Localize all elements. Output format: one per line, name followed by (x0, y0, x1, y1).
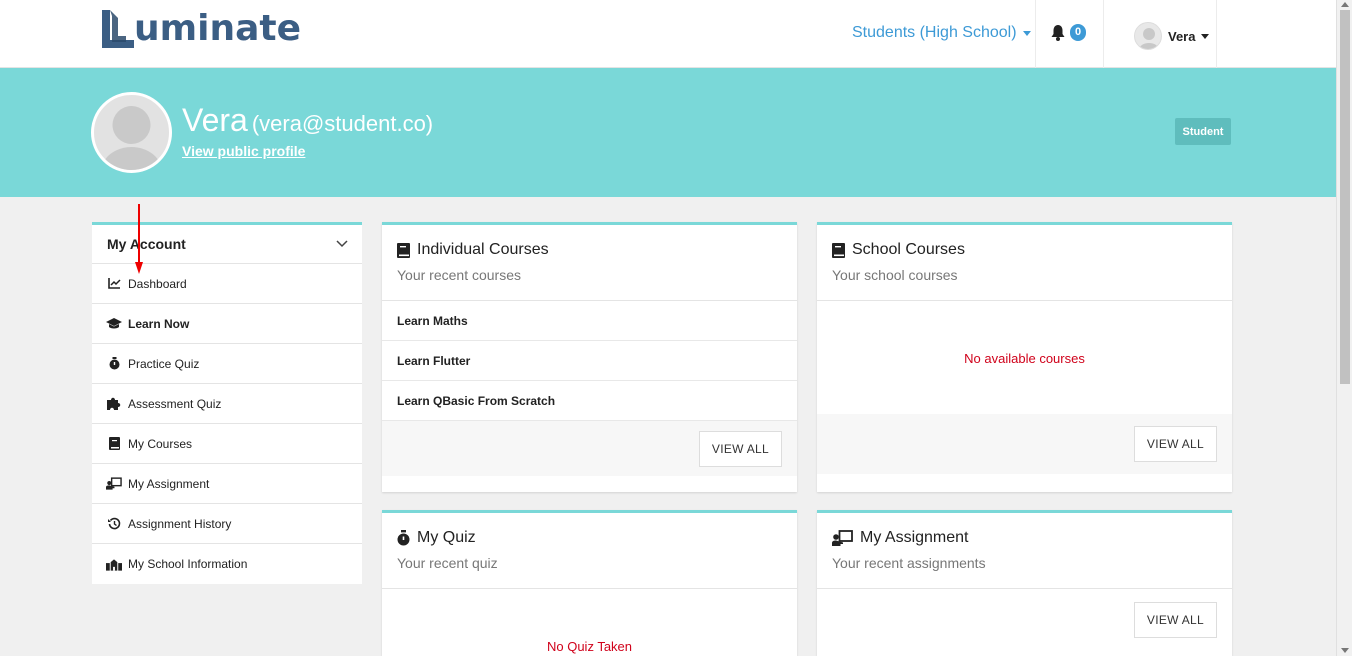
user-menu-dropdown[interactable]: Vera (1134, 22, 1210, 50)
graduation-cap-icon (106, 318, 122, 329)
scroll-down-icon[interactable] (1341, 648, 1349, 653)
notifications-button[interactable]: 0 (1050, 24, 1087, 41)
empty-state-message: No available courses (964, 351, 1085, 366)
caret-down-icon (1201, 33, 1210, 39)
sidebar-header[interactable]: My Account (92, 225, 362, 264)
empty-state-message: No Quiz Taken (546, 639, 633, 654)
stopwatch-icon (397, 530, 410, 546)
individual-courses-card: Individual Courses Your recent courses L… (382, 222, 797, 492)
sidebar-item-practice-quiz[interactable]: Practice Quiz (92, 344, 362, 384)
notification-count-badge: 0 (1070, 24, 1087, 41)
sidebar-item-my-assignment[interactable]: My Assignment (92, 464, 362, 504)
profile-name: Vera (182, 102, 248, 138)
user-avatar (1134, 22, 1162, 50)
role-badge: Student (1175, 118, 1231, 145)
card-subtitle: Your recent courses (397, 267, 521, 283)
card-title: School Courses (852, 241, 965, 258)
sidebar-item-label: Assignment History (128, 516, 232, 531)
sidebar-title: My Account (107, 236, 186, 252)
stopwatch-icon (106, 357, 122, 370)
sidebar-item-label: My Courses (128, 436, 193, 451)
course-row[interactable]: Learn Flutter (382, 341, 797, 381)
sidebar-item-label: Assessment Quiz (128, 396, 222, 411)
card-footer: VIEW ALL (382, 421, 797, 476)
view-all-button[interactable]: VIEW ALL (1133, 426, 1217, 462)
sidebar-item-label: My School Information (128, 557, 248, 571)
scrollbar-thumb[interactable] (1340, 10, 1350, 384)
card-header: My Assignment Your recent assignments (817, 513, 1232, 589)
card-subtitle: Your recent assignments (832, 555, 986, 571)
account-sidebar: My Account Dashboard Learn Now Practice … (92, 222, 362, 584)
profile-avatar (91, 92, 172, 173)
my-assignment-card: My Assignment Your recent assignments VI… (817, 510, 1232, 656)
course-row[interactable]: Learn Maths (382, 301, 797, 341)
role-selector-label: Students (High School) (852, 24, 1017, 41)
book-icon (832, 242, 845, 258)
chalkboard-teacher-icon (106, 477, 122, 490)
user-name-label: Vera (1168, 28, 1196, 44)
chart-line-icon (106, 278, 122, 289)
view-public-profile-link[interactable]: View public profile (182, 143, 305, 159)
brand-logo[interactable]: uminate (100, 6, 301, 50)
caret-down-icon (1022, 30, 1031, 36)
view-all-button[interactable]: VIEW ALL (1133, 602, 1217, 638)
sidebar-item-label: My Assignment (128, 476, 210, 491)
logo-mark-icon (102, 10, 134, 48)
sidebar-item-dashboard[interactable]: Dashboard (92, 264, 362, 304)
book-icon (397, 242, 410, 258)
sidebar-item-my-courses[interactable]: My Courses (92, 424, 362, 464)
profile-email: (vera@student.co) (251, 111, 434, 136)
card-title: Individual Courses (417, 241, 549, 258)
chalkboard-teacher-icon (832, 530, 853, 546)
history-icon (106, 517, 122, 530)
course-row[interactable]: Learn QBasic From Scratch (382, 381, 797, 421)
sidebar-item-assessment-quiz[interactable]: Assessment Quiz (92, 384, 362, 424)
scroll-up-icon[interactable] (1341, 2, 1349, 7)
sidebar-item-label: Dashboard (128, 276, 187, 291)
nav-divider (1216, 0, 1217, 68)
nav-divider (1035, 0, 1036, 68)
card-title: My Assignment (860, 529, 969, 546)
sidebar-item-my-school-information[interactable]: My School Information (92, 544, 362, 584)
sidebar-item-learn-now[interactable]: Learn Now (92, 304, 362, 344)
card-footer: VIEW ALL (817, 590, 1232, 650)
nav-divider (1103, 0, 1104, 68)
role-selector-dropdown[interactable]: Students (High School) (852, 24, 1031, 42)
my-quiz-card: My Quiz Your recent quiz No Quiz Taken (382, 510, 797, 656)
puzzle-icon (106, 397, 122, 410)
card-title: My Quiz (417, 529, 476, 546)
page-scrollbar[interactable] (1336, 0, 1352, 656)
sidebar-item-label: Practice Quiz (128, 356, 200, 371)
sidebar-item-label: Learn Now (128, 316, 190, 331)
card-subtitle: Your school courses (832, 267, 958, 283)
annotation-arrow-icon (135, 204, 143, 274)
card-footer: VIEW ALL (817, 414, 1232, 474)
top-navbar: uminate Students (High School) 0 Vera (0, 0, 1336, 68)
school-icon (106, 558, 122, 571)
bell-icon (1051, 25, 1065, 41)
view-all-button[interactable]: VIEW ALL (698, 430, 782, 467)
card-subtitle: Your recent quiz (397, 555, 498, 571)
brand-name: uminate (134, 7, 302, 49)
card-header: My Quiz Your recent quiz (382, 513, 797, 589)
profile-heading: Vera (vera@student.co) (182, 102, 433, 139)
card-header: School Courses Your school courses (817, 225, 1232, 301)
school-courses-card: School Courses Your school courses No av… (817, 222, 1232, 492)
chevron-down-icon (336, 240, 348, 248)
card-header: Individual Courses Your recent courses (382, 225, 797, 301)
book-icon (106, 437, 122, 450)
sidebar-item-assignment-history[interactable]: Assignment History (92, 504, 362, 544)
profile-banner: Vera (vera@student.co) View public profi… (0, 68, 1336, 197)
